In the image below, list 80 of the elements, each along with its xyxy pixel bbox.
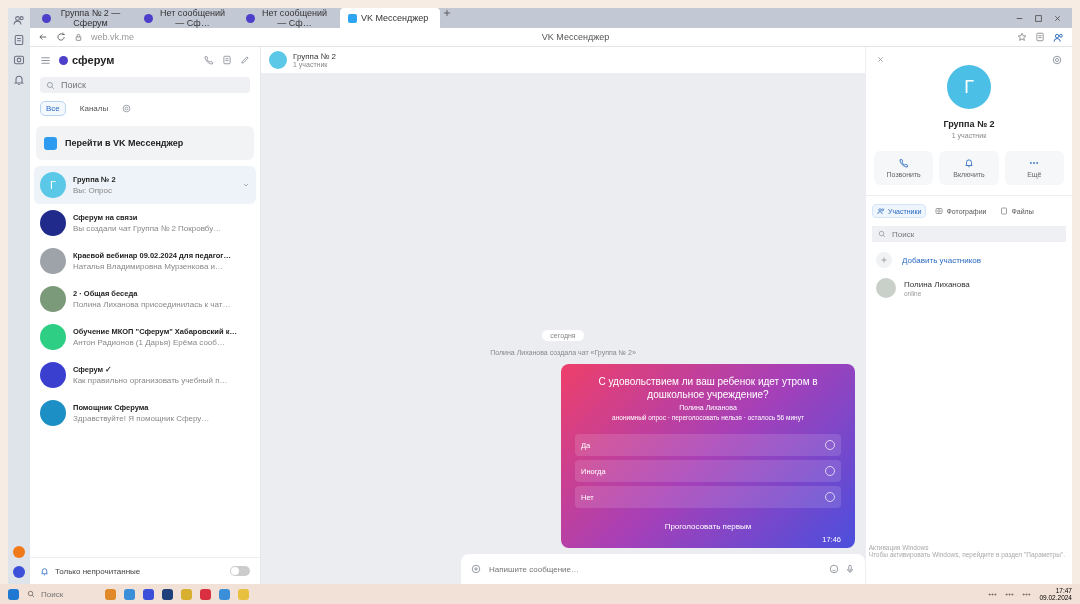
browser-tab[interactable]: Нет сообщений — Сф… (136, 8, 236, 28)
message-composer[interactable]: Напишите сообщение… (461, 554, 865, 584)
search-input[interactable]: Поиск (39, 588, 93, 600)
page-title: VK Мессенджер (540, 32, 611, 42)
app-icon[interactable] (13, 546, 25, 558)
favicon-icon (42, 13, 51, 23)
document-icon (222, 55, 232, 65)
bell-icon (13, 74, 25, 86)
menu-icon (40, 54, 51, 66)
lock-icon (74, 32, 83, 42)
chat-preview: Полина Лиханова присоединилась к чат… (73, 300, 232, 309)
photo-icon (13, 54, 25, 66)
profile-icon (13, 14, 25, 26)
group-avatar: Г (947, 65, 991, 109)
chat-preview: Вы создали чат Группа № 2 Покровбу… (73, 224, 223, 233)
member-avatar (876, 278, 896, 298)
file-icon (1000, 207, 1009, 215)
filter-tab[interactable]: Все (40, 101, 66, 116)
chat-title: Группа № 2 (293, 52, 336, 61)
plus-icon (880, 256, 888, 264)
filter-tab[interactable]: Каналы (73, 101, 115, 116)
close-icon (876, 55, 885, 64)
star-icon (1017, 31, 1027, 42)
plus-icon (442, 8, 452, 18)
search-icon (27, 590, 35, 598)
favicon-icon (348, 13, 357, 23)
chat-preview: Здравствуйте! Я помощник Сферу… (73, 414, 211, 423)
people-icon (877, 207, 885, 215)
profile-icon (1053, 31, 1064, 43)
attach-icon (471, 564, 481, 574)
search-field[interactable]: Поиск (40, 77, 250, 93)
search-field[interactable]: Поиск (872, 226, 1066, 242)
photo-icon (935, 207, 944, 215)
unread-label: Только непрочитанные (55, 566, 141, 576)
poll-question: С удовольствием ли ваш ребенок идет утром в дошкольное учреждение? (597, 376, 819, 401)
messenger-logo-icon (44, 136, 57, 150)
close-icon (1053, 13, 1062, 23)
taskbar-app-icon[interactable] (200, 588, 211, 600)
chevron-icon (242, 181, 250, 189)
promo-text: Перейти в VK Мессенджер (65, 138, 184, 148)
doc-icon (13, 34, 25, 46)
search-input[interactable]: Поиск (59, 79, 244, 91)
settings-icon (122, 104, 132, 113)
reload-icon (56, 32, 66, 42)
app-icon[interactable] (13, 566, 25, 578)
browser-tab[interactable]: VK Мессенджер (340, 8, 440, 28)
taskbar-app-icon[interactable] (162, 588, 173, 600)
chat-avatar (269, 51, 287, 69)
maximize-icon (1034, 13, 1043, 23)
group-title: Группа № 2 (943, 119, 995, 129)
browser-tab[interactable]: Нет сообщений — Сф… (238, 8, 338, 28)
browser-tab[interactable]: Группа № 2 — Сферум (34, 8, 134, 28)
bookmark-icon (1035, 31, 1045, 42)
chat-preview: Антон Радионов (1 Дарья) Ерёма сооб… (73, 338, 226, 347)
chat-preview: Наталья Владимировна Мурзенкова и… (73, 262, 225, 271)
bell-icon (964, 158, 974, 168)
taskbar-app-icon[interactable] (143, 588, 154, 600)
start-icon[interactable] (8, 588, 19, 600)
search-icon (878, 230, 886, 238)
phone-icon (204, 55, 214, 65)
search-input[interactable]: Поиск (890, 228, 1060, 240)
favicon-icon (144, 13, 153, 23)
back-icon (38, 32, 48, 42)
pencil-icon (240, 55, 250, 65)
promo-banner[interactable]: Перейти в VK Мессенджер (36, 126, 254, 160)
add-members-button[interactable]: Добавить участников (866, 246, 1072, 274)
smile-icon (829, 564, 839, 574)
settings-icon (1052, 55, 1062, 65)
chat-preview: Как правильно организовать учебный п… (73, 376, 229, 385)
microphone-icon (845, 564, 855, 574)
member-name: Полина Лиханова (904, 279, 970, 289)
vote-button[interactable]: Проголосовать первым (658, 521, 758, 532)
phone-icon (898, 158, 909, 168)
brand-logo: сферум (59, 54, 115, 66)
chat-avatar: Г (40, 172, 66, 198)
favicon-icon (246, 13, 255, 23)
search-field[interactable]: Поиск (27, 588, 97, 600)
chat-preview: Вы: Опрос (73, 186, 113, 195)
search-icon (46, 80, 55, 90)
toggle-switch[interactable] (230, 566, 250, 576)
